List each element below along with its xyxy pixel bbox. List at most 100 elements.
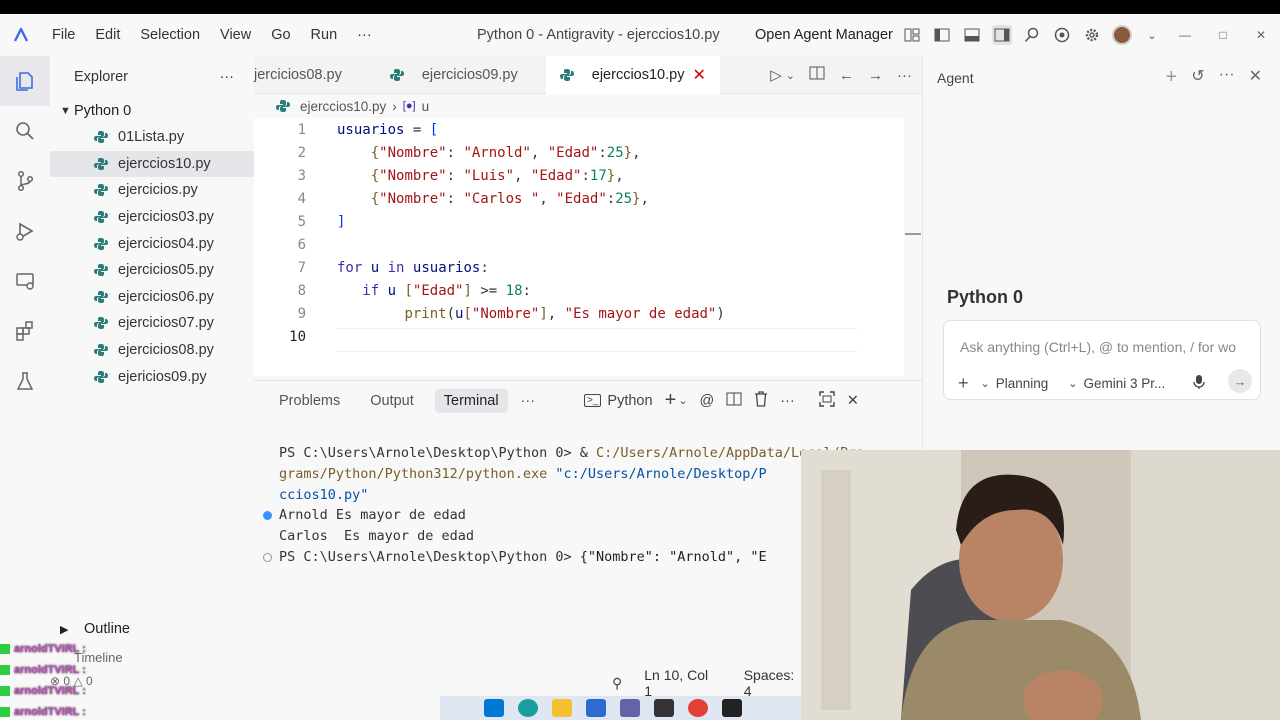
file-explorer-icon[interactable]	[552, 699, 572, 717]
source-control-icon[interactable]	[0, 156, 50, 206]
split-terminal-icon[interactable]	[726, 391, 742, 411]
file-item[interactable]: ejercicios03.py	[50, 204, 254, 231]
add-context-icon[interactable]: +	[958, 373, 969, 394]
open-agent-manager-button[interactable]: Open Agent Manager	[755, 14, 893, 56]
explorer-title: Explorer	[74, 69, 128, 85]
terminal-line: grams/Python/Python312/python.exe "c:/Us…	[279, 465, 767, 482]
zoom-icon[interactable]: ⚲	[612, 675, 622, 692]
file-item[interactable]: ejercicios04.py	[50, 230, 254, 257]
maximize-icon[interactable]: □	[1204, 28, 1242, 42]
more-actions-icon[interactable]: ···	[897, 67, 912, 84]
file-item[interactable]: ejericios09.py	[50, 363, 254, 390]
tab-ejercicios08[interactable]: jercicios08.py	[254, 56, 356, 94]
breadcrumb-file[interactable]: ejerccios10.py	[300, 99, 386, 114]
search-icon[interactable]	[1022, 25, 1042, 45]
maximize-panel-icon[interactable]	[819, 390, 835, 411]
menu-run[interactable]: Run	[301, 14, 348, 56]
cursor-position[interactable]: Ln 10, Col 1	[644, 667, 713, 699]
file-item[interactable]: ejercicios.py	[50, 177, 254, 204]
tab-label: ejercicios09.py	[421, 66, 518, 83]
customize-layout-icon[interactable]	[902, 25, 922, 45]
breadcrumb: ejerccios10.py › [●] u	[276, 96, 429, 116]
chrome-icon[interactable]	[688, 699, 708, 717]
mode-select[interactable]: Planning	[996, 376, 1049, 391]
tab-problems[interactable]: Problems	[270, 389, 349, 413]
menu-more-icon[interactable]: ···	[347, 14, 382, 56]
app-icon[interactable]	[654, 699, 674, 717]
explorer-more-icon[interactable]: ···	[220, 69, 235, 85]
windows-start-icon[interactable]	[484, 699, 504, 717]
menu-go[interactable]: Go	[261, 14, 300, 56]
more-actions-icon[interactable]: ···	[1219, 66, 1235, 89]
more-actions-icon[interactable]: ···	[780, 393, 795, 409]
explorer-icon[interactable]	[0, 56, 50, 106]
code-line: {"Nombre": "Arnold", "Edad":25},	[370, 145, 641, 161]
testing-icon[interactable]	[0, 356, 50, 406]
file-item[interactable]: ejercicios05.py	[50, 257, 254, 284]
antigravity-app-icon[interactable]	[722, 699, 742, 717]
history-icon[interactable]: ↺	[1191, 66, 1204, 89]
minimize-icon[interactable]: —	[1166, 28, 1204, 42]
microphone-icon[interactable]	[1193, 374, 1205, 393]
gear-icon[interactable]	[1082, 25, 1102, 45]
code-line: usuarios = [	[337, 122, 439, 138]
close-icon[interactable]: ✕	[1249, 66, 1262, 89]
terminal-output[interactable]: PS C:\Users\Arnole\Desktop\Python 0> & C…	[263, 443, 864, 568]
new-chat-icon[interactable]: +	[1166, 66, 1178, 89]
scrollbar-thumb[interactable]	[905, 233, 921, 235]
file-item[interactable]: 01Lista.py	[50, 124, 254, 151]
code-editor[interactable]: 1 2 3 4 5 6 7 8 9 10 usuarios = [ {"Nombre": "Arn…	[254, 118, 1146, 376]
file-label: ejercicios08.py	[118, 342, 214, 359]
go-forward-icon[interactable]: →	[868, 67, 883, 84]
run-debug-icon[interactable]	[0, 206, 50, 256]
indentation[interactable]: Spaces: 4	[744, 667, 801, 699]
command-pending-icon[interactable]	[263, 552, 272, 562]
terminal-line: Carlos Es mayor de edad	[279, 528, 475, 545]
tab-terminal[interactable]: Terminal	[434, 389, 508, 413]
toggle-sidebar-icon[interactable]	[932, 25, 952, 45]
search-icon[interactable]	[0, 106, 50, 156]
file-item[interactable]: ejercicios07.py	[50, 310, 254, 337]
menu-selection[interactable]: Selection	[130, 14, 210, 56]
trash-icon[interactable]	[754, 390, 768, 411]
toggle-secondary-sidebar-icon[interactable]	[992, 25, 1012, 45]
teams-icon[interactable]	[620, 699, 640, 717]
tab-ejerccios10[interactable]: ejerccios10.py ✕	[545, 55, 720, 94]
folder-python-0[interactable]: ▼ Python 0	[50, 98, 254, 124]
file-item[interactable]: ejercicios08.py	[50, 337, 254, 364]
browser-icon[interactable]	[1052, 25, 1072, 45]
agent-input[interactable]: Ask anything (Ctrl+L), @ to mention, / f…	[960, 339, 1250, 355]
breadcrumb-symbol[interactable]: u	[422, 99, 430, 114]
chevron-down-icon[interactable]: ⌄	[678, 394, 687, 407]
tab-output[interactable]: Output	[361, 389, 423, 413]
model-select[interactable]: Gemini 3 Pr...	[1084, 376, 1166, 391]
menu-file[interactable]: File	[42, 14, 85, 56]
go-back-icon[interactable]: ←	[839, 67, 854, 84]
split-editor-icon[interactable]	[809, 65, 825, 85]
edge-icon[interactable]	[518, 699, 538, 717]
close-window-icon[interactable]: ✕	[1242, 28, 1280, 42]
remote-explorer-icon[interactable]	[0, 256, 50, 306]
chevron-down-icon[interactable]: ⌄	[1142, 25, 1162, 45]
close-tab-icon[interactable]: ✕	[692, 65, 705, 85]
terminal-shell-label[interactable]: Python	[607, 393, 652, 409]
panel-more-icon[interactable]: ···	[512, 389, 545, 413]
toggle-panel-icon[interactable]	[962, 25, 982, 45]
command-success-icon[interactable]	[263, 511, 272, 521]
file-item[interactable]: ejercicios06.py	[50, 284, 254, 311]
current-line-highlight	[337, 328, 857, 352]
outline-label: Outline	[84, 621, 130, 637]
new-terminal-icon[interactable]: +	[665, 389, 677, 412]
send-icon[interactable]: →	[1228, 369, 1252, 393]
menu-view[interactable]: View	[210, 14, 261, 56]
store-icon[interactable]	[586, 699, 606, 717]
run-icon[interactable]: ▷	[770, 66, 782, 84]
close-panel-icon[interactable]: ✕	[847, 393, 859, 409]
chevron-down-icon[interactable]: ⌄	[786, 69, 795, 82]
avatar[interactable]	[1112, 25, 1132, 45]
at-mention-icon[interactable]: @	[699, 393, 714, 409]
extensions-icon[interactable]	[0, 306, 50, 356]
file-item[interactable]: ejerccios10.py	[50, 150, 254, 178]
menu-edit[interactable]: Edit	[85, 14, 130, 56]
tab-ejercicios09[interactable]: ejercicios09.py	[376, 56, 532, 94]
